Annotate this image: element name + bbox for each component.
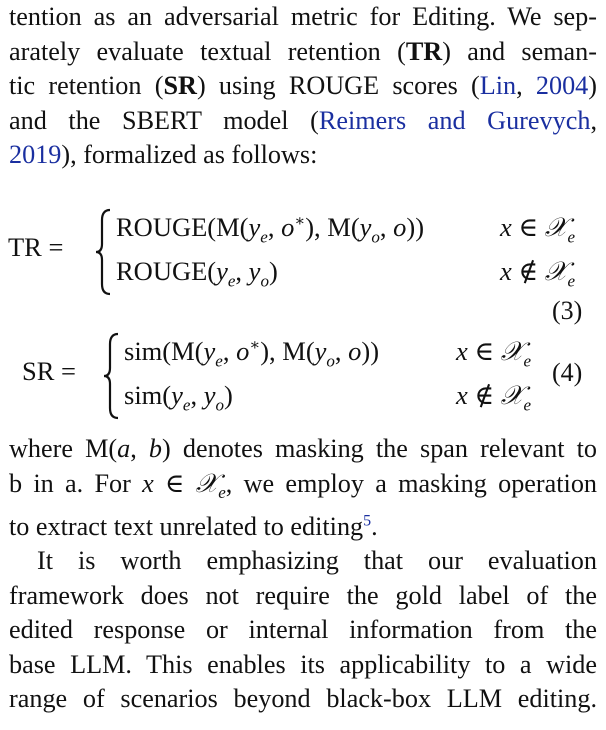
citation-lin-year[interactable]: 2004 [536, 71, 588, 100]
p3-line-1: It is worth emphasizing that our evaluat… [37, 546, 597, 575]
p1-line-3: tic retention (SR) using ROUGE scores (L… [9, 71, 597, 101]
p3-line-5: range of scenarios beyond black-box LLM … [9, 684, 597, 714]
p3-line-3: edited response or internal information … [9, 615, 597, 645]
eq4-case1: sim(M(ye, o∗), M(yo, o)) [124, 336, 380, 371]
footnote-5-marker[interactable]: 5 [363, 513, 371, 530]
eq4-cond1: x ∈ 𝒳e [456, 336, 531, 371]
citation-reimers-year[interactable]: 2019 [9, 140, 61, 169]
p2-line-1: where M(a, b) denotes masking the span r… [9, 434, 597, 463]
eq4-case2: sim(ye, yo) [124, 380, 233, 415]
eq3-cond1: x ∈ 𝒳e [500, 212, 575, 247]
eq3-case1: ROUGE(M(ye, o∗), M(yo, o)) [116, 212, 425, 247]
citation-reimers[interactable]: Reimers and Gurevych [319, 106, 591, 135]
paragraph-3: It is worth emphasizing that our evaluat… [9, 544, 597, 717]
p1-line-2: arately evaluate textual retention (TR) … [9, 36, 597, 66]
sr-abbrev: SR [163, 71, 197, 101]
p1-line-1: tention as an adversarial metric for Edi… [9, 2, 597, 31]
eq4-number: (4) [552, 358, 583, 387]
eq3-lhs: TR = [8, 232, 64, 262]
tr-abbrev: TR [405, 36, 443, 66]
eq3-number: (3) [552, 296, 583, 325]
p3-line-2: framework does not require the gold labe… [9, 580, 597, 610]
p1-line-5: 2019), formalized as follows: [9, 140, 318, 170]
eq3-case2: ROUGE(ye, yo) [116, 256, 278, 291]
p3-line-4: base LLM. This enables its applicability… [9, 649, 597, 679]
eq3-cond2: x ∉ 𝒳e [500, 256, 575, 291]
eq3-brace [95, 208, 111, 296]
p2-line-2: b in a. For x ∈ 𝒳e, we employ a masking … [9, 468, 598, 502]
paragraph-1: tention as an adversarial metric for Edi… [9, 0, 597, 173]
paragraph-2: where M(a, b) denotes masking the span r… [9, 432, 597, 545]
eq4-brace [103, 332, 119, 420]
p2-line-3: to extract text unrelated to editing5. [9, 512, 378, 542]
eq4-cond2: x ∉ 𝒳e [456, 380, 531, 415]
eq4-lhs: SR = [22, 356, 76, 386]
citation-lin[interactable]: Lin [480, 71, 516, 100]
p1-line-4: and the SBERT model (Reimers and Gurevyc… [9, 105, 597, 135]
